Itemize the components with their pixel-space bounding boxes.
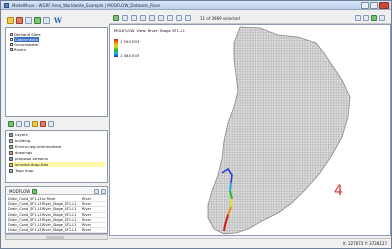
chart-view-icon[interactable] [363, 15, 369, 21]
table-header: MODFLOW [7, 188, 106, 195]
redo-icon[interactable] [140, 15, 146, 21]
layer-item[interactable]: building [9, 138, 30, 143]
maximize-button[interactable] [370, 2, 378, 9]
undo-icon[interactable] [131, 15, 137, 21]
app-icon [4, 3, 9, 8]
map-view-icon[interactable] [371, 15, 377, 21]
map-legend: MODFLOW: View: River: Stage SF1-L1 1 594… [114, 28, 185, 59]
layer-icon [9, 162, 13, 167]
left-toolbar: W [5, 13, 108, 27]
layer-options-icon[interactable] [48, 121, 54, 127]
status-bar: X: 227072 Y: 3728127 [109, 238, 391, 248]
delete-icon[interactable] [16, 16, 23, 24]
layers-title: Layers [15, 132, 28, 137]
add-icon[interactable] [34, 16, 41, 24]
cursor-coordinates: X: 227072 Y: 3728127 [342, 241, 387, 246]
filter-icon[interactable] [43, 16, 50, 24]
extent-icon[interactable] [185, 15, 191, 21]
close-button[interactable] [379, 2, 389, 9]
table-export-icon[interactable] [101, 188, 106, 194]
minimize-button[interactable] [361, 2, 369, 9]
map-toolbar: 11 of 3969 selected [109, 13, 391, 24]
title-bar: ModelMuse - WGRF Area_Worldwide_Example … [1, 1, 391, 10]
layer-label: lorraine-drop-title [15, 162, 49, 167]
data-grid[interactable]: Drain_Cond_SF1-L1 to River River Drain_Con… [8, 197, 106, 234]
select-icon[interactable] [176, 15, 182, 21]
layers-panel[interactable]: Layers building Enviro-neg-intermediate … [5, 130, 108, 183]
selection-count: 11 of 3969 selected [200, 15, 240, 21]
layer-item-selected[interactable]: lorraine-drop-title [9, 162, 105, 167]
table-print-icon[interactable] [94, 188, 99, 194]
layer-label: Enviro-neg-intermediate [15, 144, 62, 149]
checkbox-icon[interactable] [10, 38, 13, 41]
checkbox-icon[interactable] [10, 43, 13, 46]
layers-header: Layers [9, 132, 28, 137]
layer-icon [9, 138, 13, 143]
layer-style-icon[interactable] [32, 121, 38, 127]
settings-icon[interactable] [122, 15, 128, 21]
layer-item[interactable]: drawings [9, 150, 32, 155]
map-canvas[interactable]: MODFLOW: View: River: Stage SF1-L1 1 594… [109, 24, 391, 236]
table-view-icon[interactable] [355, 15, 361, 21]
legend-max: 1 594 E03 [120, 39, 140, 44]
table-title: MODFLOW [9, 188, 31, 194]
layer-label: proposal-streams [15, 156, 48, 161]
modflow-table-panel[interactable]: MODFLOW Drain_Cond_SF1-L1 to River River D… [5, 186, 108, 234]
add-layer-icon[interactable] [8, 121, 14, 127]
zoom-in-icon[interactable] [149, 15, 155, 21]
layer-icon [9, 156, 13, 161]
layer-label: drawings [15, 150, 33, 155]
layer-up-icon[interactable] [16, 121, 22, 127]
help-icon[interactable] [379, 15, 385, 21]
layers-toolbar [5, 119, 108, 129]
map-right-tools [355, 15, 385, 21]
window-title: ModelMuse - WGRF Area_Worldwide_Example … [12, 3, 161, 8]
step-number-callout: 4 [334, 183, 343, 199]
model-grid-domain[interactable] [207, 26, 351, 235]
checkbox-icon[interactable] [10, 33, 13, 36]
layer-item[interactable]: proposal-streams [9, 156, 48, 161]
layer-label: Topo map [15, 168, 34, 173]
pan-icon[interactable] [167, 15, 173, 21]
tree-item-label: Rivers [14, 47, 26, 52]
color-ramp [114, 39, 118, 57]
scrollbar-thumb[interactable] [46, 236, 64, 239]
grid-icon[interactable] [25, 16, 32, 24]
layer-item[interactable]: Topo map [9, 168, 33, 173]
table-row[interactable]: Drain_Cond_SF1-L1 River_Stage_SF1-L1 River [8, 228, 106, 234]
layer-item[interactable]: Enviro-neg-intermediate [9, 144, 61, 149]
layer-icon [9, 144, 13, 149]
tree-item-rivers[interactable]: Rivers [10, 47, 26, 52]
remove-layer-icon[interactable] [40, 121, 46, 127]
checkbox-icon[interactable] [10, 48, 13, 51]
layer-down-icon[interactable] [24, 121, 30, 127]
layers-icon [9, 132, 13, 137]
zoom-out-icon[interactable] [158, 15, 164, 21]
legend-min: 1 484 E03 [120, 53, 140, 58]
layer-icon [9, 168, 13, 173]
folder-icon[interactable] [7, 16, 14, 24]
feature-tree-panel[interactable]: Demand Sites Catchments Groundwater Rive… [5, 27, 108, 117]
layer-label: building [15, 138, 31, 143]
table-add-icon[interactable] [32, 188, 38, 194]
refresh-icon[interactable] [113, 15, 119, 21]
app-window: ModelMuse - WGRF Area_Worldwide_Example … [0, 0, 392, 249]
horizontal-scrollbar[interactable] [5, 234, 108, 240]
layer-icon [9, 150, 13, 155]
w-logo-icon[interactable]: W [54, 16, 62, 25]
